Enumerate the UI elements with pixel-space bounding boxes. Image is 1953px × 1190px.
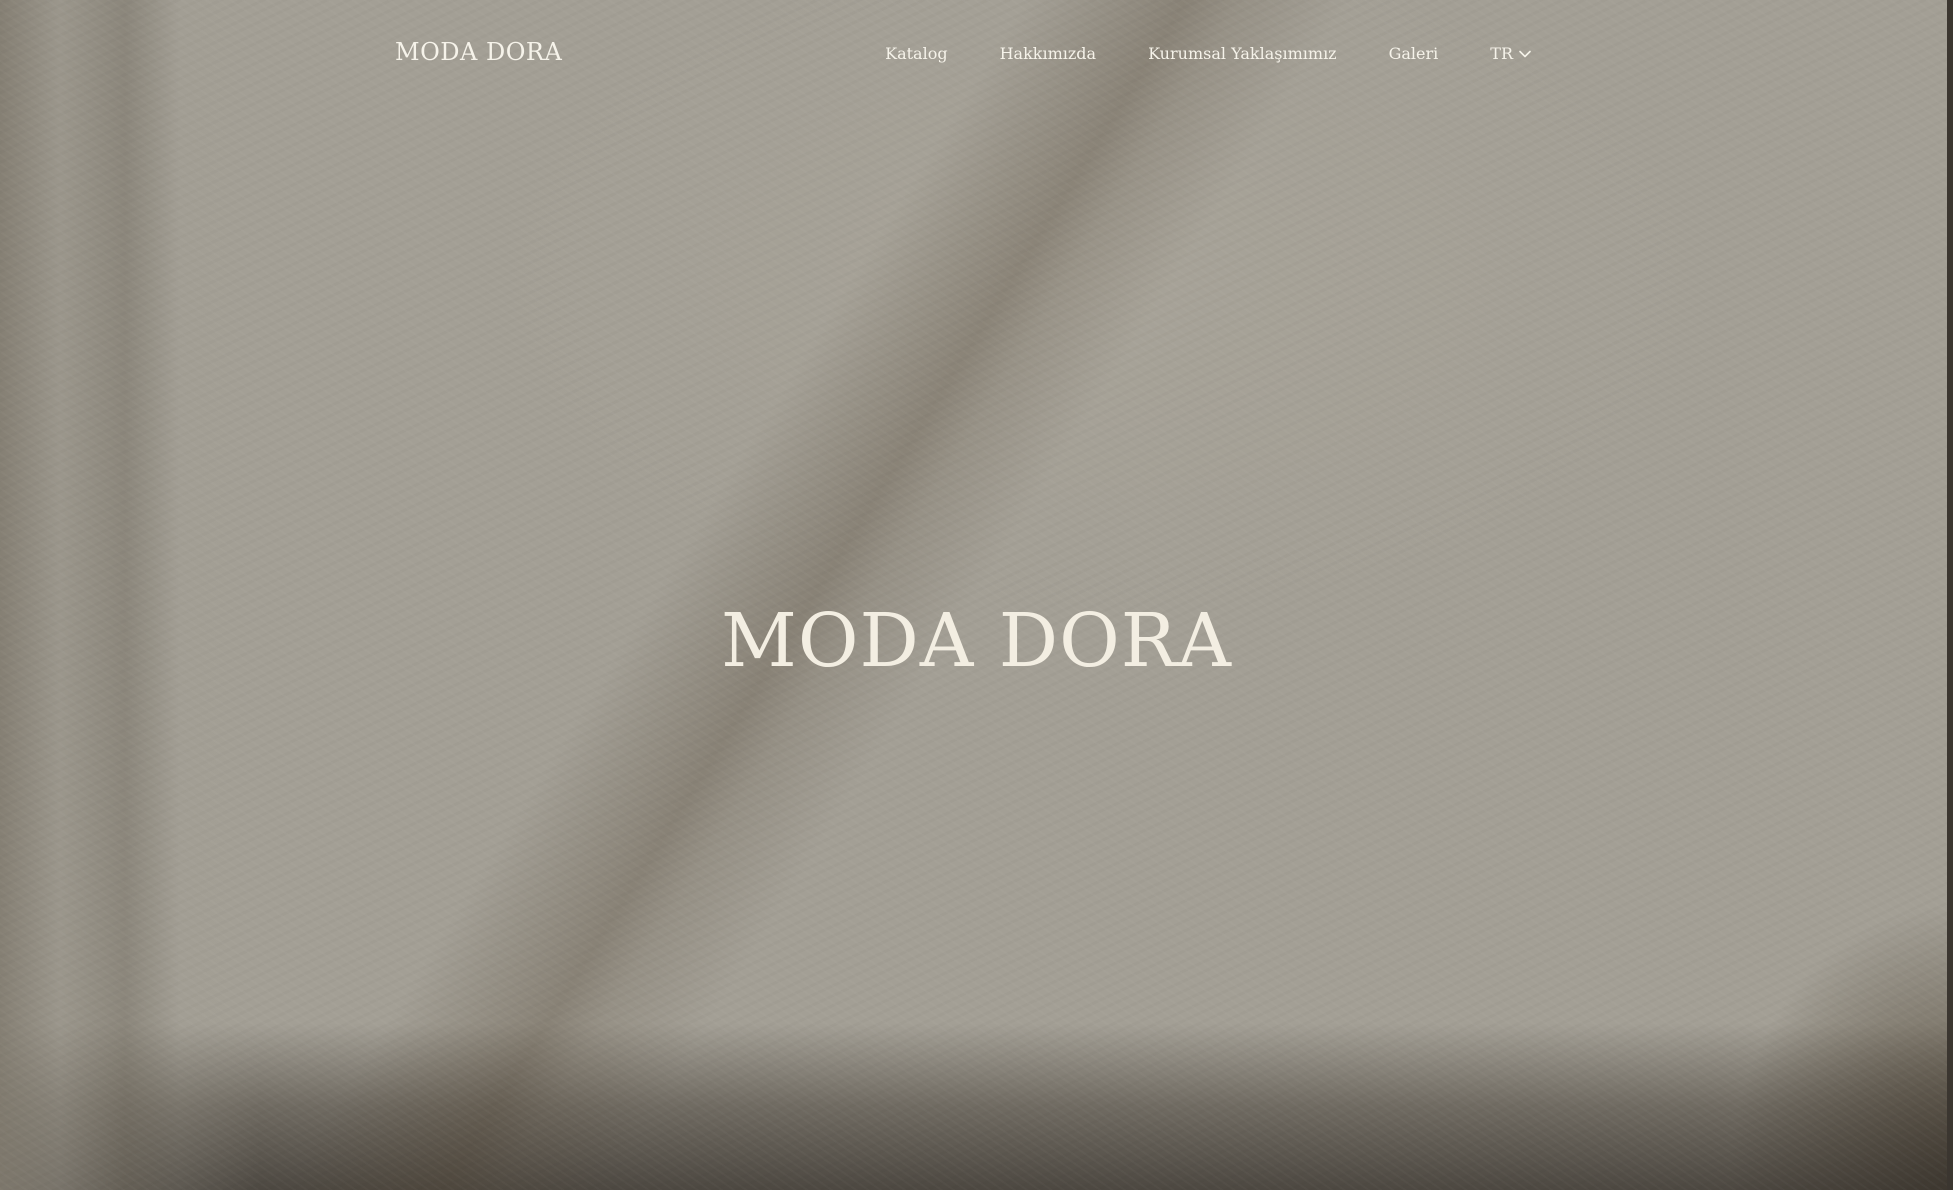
brand-logo-link[interactable]: MODA DORA (395, 38, 562, 66)
page: MODA DORA Katalog Hakkımızda Kurumsal Ya… (0, 0, 1953, 1190)
nav-link-galeri[interactable]: Galeri (1389, 44, 1439, 63)
nav-link-hakkimizda[interactable]: Hakkımızda (1000, 44, 1097, 63)
language-selected-label: TR (1490, 44, 1513, 63)
nav-link-katalog[interactable]: Katalog (885, 44, 947, 63)
hero-title: MODA DORA (721, 598, 1232, 684)
nav-link-kurumsal-yaklasimimiz[interactable]: Kurumsal Yaklaşımımız (1148, 44, 1337, 63)
site-header: MODA DORA Katalog Hakkımızda Kurumsal Ya… (0, 0, 1953, 112)
main-navigation: Katalog Hakkımızda Kurumsal Yaklaşımımız… (885, 44, 1531, 63)
hero-background-image (0, 0, 1953, 1190)
chevron-down-icon (1519, 50, 1531, 58)
scroll-edge (1947, 0, 1953, 1190)
language-selector[interactable]: TR (1490, 44, 1531, 63)
